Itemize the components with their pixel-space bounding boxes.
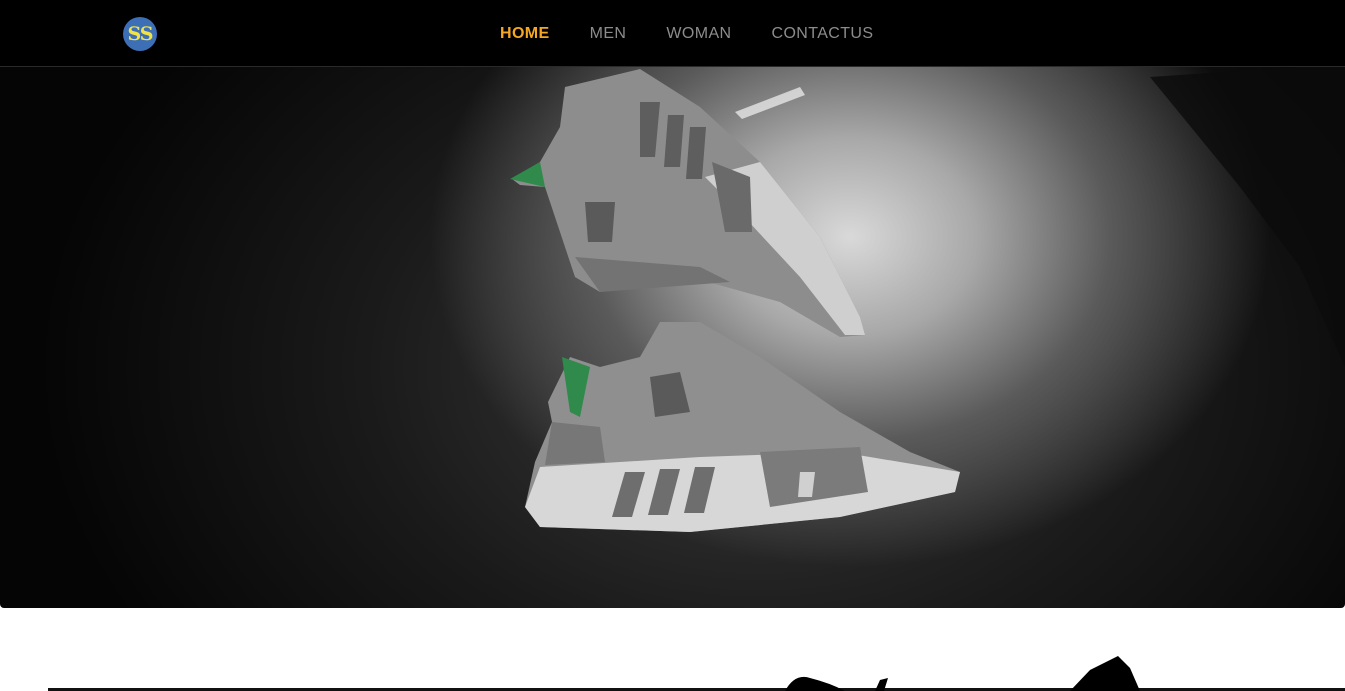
nav-link-woman[interactable]: WOMAN [666, 25, 731, 42]
upper-sneaker [510, 69, 865, 337]
nav-item-home: HOME [500, 25, 550, 43]
hero-banner [0, 67, 1345, 608]
sneakers-image [510, 67, 1345, 532]
nav-item-contactus: CONTACTUS [771, 25, 873, 43]
puma-logo-icon [785, 676, 845, 691]
brand-logos [48, 656, 1345, 691]
site-logo[interactable]: SS [123, 17, 157, 51]
nav-link-contactus[interactable]: CONTACTUS [771, 25, 873, 42]
nav-link-men[interactable]: MEN [590, 25, 627, 42]
nav-item-woman: WOMAN [666, 25, 731, 43]
background-shadow [1150, 67, 1345, 367]
nav-item-men: MEN [590, 25, 627, 43]
nav-link-home[interactable]: HOME [500, 25, 550, 42]
top-navbar: SS HOME MEN WOMAN CONTACTUS [0, 0, 1345, 67]
brand-logos-section [0, 608, 1345, 691]
logo-text: SS [127, 22, 153, 45]
lower-sneaker [525, 322, 960, 532]
nav-menu: HOME MEN WOMAN CONTACTUS [500, 0, 873, 67]
adidas-logo-icon [1070, 656, 1140, 691]
light-reflection [735, 87, 805, 119]
